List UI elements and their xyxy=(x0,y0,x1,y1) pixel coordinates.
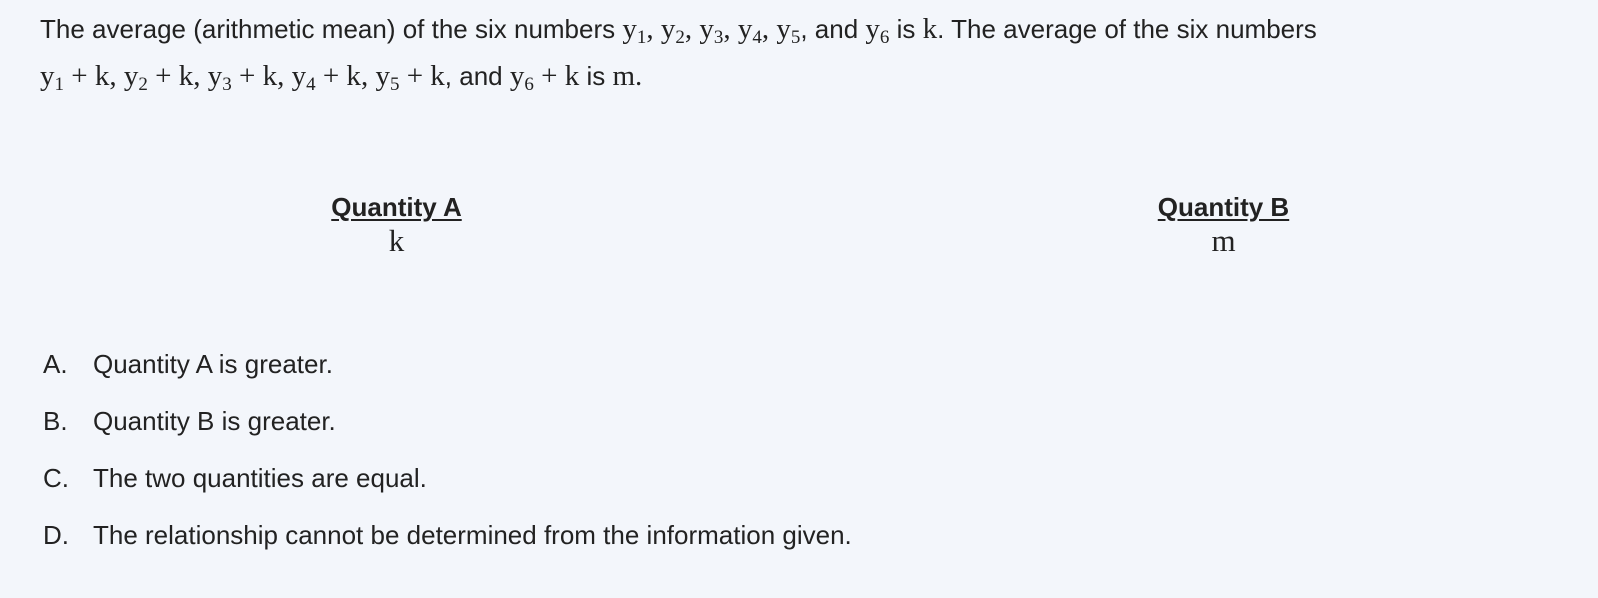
math-y5-plus-k: y5 + k xyxy=(375,60,445,95)
choice-text: Quantity B is greater. xyxy=(93,406,336,436)
math-comma: , xyxy=(360,60,376,92)
math-comma: , xyxy=(646,13,661,45)
stem-text: The average (arithmetic mean) of the six… xyxy=(40,14,623,44)
choice-text: The two quantities are equal. xyxy=(93,463,427,493)
question-stem: The average (arithmetic mean) of the six… xyxy=(40,6,1540,100)
choice-c[interactable]: C. The two quantities are equal. xyxy=(43,455,852,512)
answer-choices: A. Quantity A is greater. B. Quantity B … xyxy=(43,341,852,569)
math-comma: , xyxy=(684,13,700,45)
choice-a[interactable]: A. Quantity A is greater. xyxy=(43,341,852,398)
choice-letter: D. xyxy=(43,520,69,550)
stem-and-2: , and xyxy=(444,61,510,91)
stem-is-2: is xyxy=(579,61,613,91)
math-y2: y2 xyxy=(660,13,685,48)
quantity-a-value: k xyxy=(388,223,405,258)
math-y1-plus-k: y1 + k xyxy=(40,60,110,95)
quantity-b-value: m xyxy=(1211,223,1236,258)
choice-letter: C. xyxy=(43,463,69,493)
quantity-a-label: Quantity A xyxy=(331,192,462,222)
math-y5: y5 xyxy=(776,13,801,48)
math-k: k xyxy=(922,13,938,45)
choice-text: Quantity A is greater. xyxy=(93,349,333,379)
math-y3: y3 xyxy=(699,13,724,48)
math-y3-plus-k: y3 + k xyxy=(207,60,278,95)
math-y4: y4 xyxy=(737,13,762,48)
quantity-b-label: Quantity B xyxy=(1157,192,1290,222)
stem-text-2: . The average of the six numbers xyxy=(937,14,1317,44)
math-y6-plus-k: y6 + k xyxy=(509,60,580,95)
math-comma: , xyxy=(277,60,292,92)
choice-letter: A. xyxy=(43,349,68,379)
math-y1: y1 xyxy=(622,13,647,48)
math-comma: , xyxy=(109,60,124,92)
choice-d[interactable]: D. The relationship cannot be determined… xyxy=(43,512,852,569)
math-y4-plus-k: y4 + k xyxy=(291,60,361,95)
stem-and: , and xyxy=(800,14,866,44)
choice-b[interactable]: B. Quantity B is greater. xyxy=(43,398,852,455)
math-y6: y6 xyxy=(865,13,890,48)
stem-period: . xyxy=(635,60,643,92)
math-m: m xyxy=(612,60,636,92)
math-comma: , xyxy=(761,13,777,45)
choice-text: The relationship cannot be determined fr… xyxy=(93,520,852,550)
math-comma: , xyxy=(723,13,738,45)
math-comma: , xyxy=(193,60,208,92)
choice-letter: B. xyxy=(43,406,68,436)
stem-is: is xyxy=(889,14,923,44)
math-y2-plus-k: y2 + k xyxy=(123,60,194,95)
quantity-b: Quantity B m xyxy=(1155,192,1292,256)
quantity-a: Quantity A k xyxy=(328,192,465,256)
